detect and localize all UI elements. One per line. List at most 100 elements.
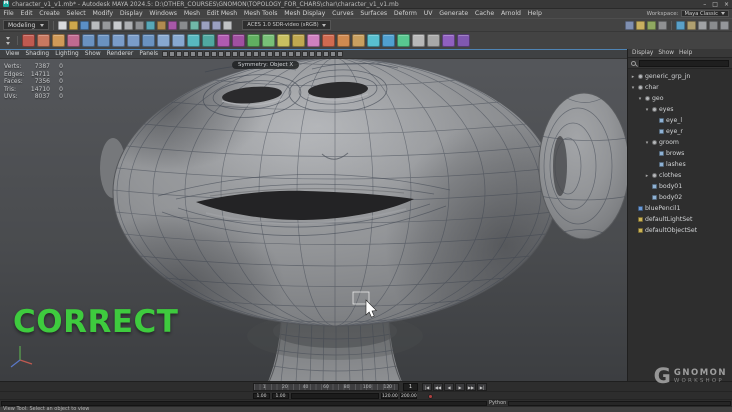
animation-start-field[interactable]: 1.00 — [253, 393, 270, 399]
poly-cylinder-icon[interactable] — [112, 34, 125, 47]
menu-item[interactable]: Surfaces — [357, 10, 391, 17]
outliner-item[interactable]: ▾ char — [628, 82, 732, 93]
poly-cone-icon[interactable] — [157, 34, 170, 47]
menu-item[interactable]: Modify — [89, 10, 116, 17]
playback-button[interactable]: ◀◀ — [433, 383, 443, 391]
use-all-lights-icon[interactable] — [287, 51, 294, 57]
target-weld-icon[interactable] — [382, 34, 395, 47]
output-connections-icon[interactable] — [212, 20, 222, 30]
command-language-toggle[interactable]: Python — [489, 400, 506, 406]
channel-box-icon[interactable] — [698, 20, 707, 30]
tool-settings-icon[interactable] — [720, 20, 729, 30]
grease-pencil-icon[interactable] — [203, 51, 210, 57]
outliner-item[interactable]: defaultLightSet — [628, 214, 732, 225]
outliner-item[interactable]: brows — [628, 148, 732, 159]
input-connections-icon[interactable] — [201, 20, 211, 30]
poly-plane-icon[interactable] — [127, 34, 140, 47]
motion-blur-icon[interactable] — [308, 51, 315, 57]
shaded-icon[interactable] — [266, 51, 273, 57]
render-settings-icon[interactable] — [658, 20, 667, 30]
new-scene-icon[interactable] — [58, 20, 68, 30]
viewport-menu-item[interactable]: Panels — [137, 51, 161, 57]
mirror-icon[interactable] — [307, 34, 320, 47]
menu-item[interactable]: File — [0, 10, 17, 17]
safe-action-icon[interactable] — [245, 51, 252, 57]
construction-history-icon[interactable] — [223, 20, 233, 30]
sculpt-tool-icon[interactable] — [412, 34, 425, 47]
snap-to-plane-icon[interactable] — [179, 20, 189, 30]
resolution-gate-icon[interactable] — [224, 51, 231, 57]
menu-item[interactable]: Mesh — [180, 10, 203, 17]
playback-button[interactable]: ◀ — [444, 383, 454, 391]
bookmark-icon[interactable] — [182, 51, 189, 57]
viewport-menu-item[interactable]: View — [3, 51, 22, 57]
animation-end-field[interactable]: 200.00 — [400, 393, 417, 399]
depth-of-field-icon[interactable] — [322, 51, 329, 57]
viewport-menu-item[interactable]: Show — [82, 51, 103, 57]
menu-item[interactable]: UV — [420, 10, 436, 17]
platonic-solid-icon[interactable] — [187, 34, 200, 47]
expand-arrow-icon[interactable]: ▸ — [630, 74, 636, 80]
playback-button[interactable]: |◀ — [422, 383, 432, 391]
outliner-item[interactable]: defaultObjectSet — [628, 225, 732, 236]
outliner-item[interactable]: ▾ eyes — [628, 104, 732, 115]
workspace-dropdown[interactable]: Maya Classic — [680, 10, 729, 17]
menu-item[interactable]: Edit — [17, 10, 36, 17]
image-plane-icon[interactable] — [189, 51, 196, 57]
viewport-panel[interactable]: View Shading Lighting Show Renderer Panels Ve… — [0, 49, 627, 381]
nurbs-circle-icon[interactable] — [22, 34, 35, 47]
save-scene-icon[interactable] — [80, 20, 90, 30]
uv-editor-icon[interactable] — [442, 34, 455, 47]
outliner-item[interactable]: body02 — [628, 192, 732, 203]
expand-arrow-icon[interactable]: ▾ — [630, 85, 636, 91]
safe-title-icon[interactable] — [252, 51, 259, 57]
menu-item[interactable]: Deform — [391, 10, 421, 17]
two-d-pan-zoom-icon[interactable] — [196, 51, 203, 57]
snap-to-grid-icon[interactable] — [146, 20, 156, 30]
screen-space-ao-icon[interactable] — [301, 51, 308, 57]
extrude-icon[interactable] — [322, 34, 335, 47]
outliner-item[interactable]: ▾ geo — [628, 93, 732, 104]
poly-cube-icon[interactable] — [97, 34, 110, 47]
outliner-item[interactable]: eye_r — [628, 126, 732, 137]
undo-icon[interactable] — [91, 20, 101, 30]
selection-mask-component-icon[interactable] — [135, 20, 145, 30]
wireframe-icon[interactable] — [259, 51, 266, 57]
outliner-item[interactable]: lashes — [628, 159, 732, 170]
menu-set-dropdown[interactable]: Modeling — [3, 20, 50, 30]
x-ray-icon[interactable] — [336, 51, 343, 57]
open-scene-icon[interactable] — [69, 20, 79, 30]
menu-item[interactable]: Generate — [436, 10, 472, 17]
relax-tool-icon[interactable] — [427, 34, 440, 47]
isolate-select-icon[interactable] — [329, 51, 336, 57]
render-view-icon[interactable] — [625, 20, 634, 30]
command-input[interactable] — [1, 400, 487, 406]
time-slider[interactable]: 1 20 40 60 80 100 120 1 |◀ ◀◀ ◀ ▶ ▶▶ ▶| — [0, 381, 732, 391]
menu-item[interactable]: Display — [116, 10, 146, 17]
expand-arrow-icon[interactable]: ▾ — [637, 96, 643, 102]
ipr-render-icon[interactable] — [647, 20, 656, 30]
bevel-icon[interactable] — [337, 34, 350, 47]
close-button[interactable]: × — [724, 1, 729, 8]
outliner-menu-item[interactable]: Display — [632, 50, 653, 56]
field-chart-icon[interactable] — [238, 51, 245, 57]
frame-ruler[interactable]: 1 20 40 60 80 100 120 — [253, 383, 399, 391]
combine-icon[interactable] — [247, 34, 260, 47]
uv-unfold-icon[interactable] — [457, 34, 470, 47]
outliner-item[interactable]: ▸ generic_grp_jn — [628, 71, 732, 82]
quad-draw-icon[interactable] — [397, 34, 410, 47]
camera-attributes-icon[interactable] — [175, 51, 182, 57]
nurbs-square-icon[interactable] — [37, 34, 50, 47]
reduce-icon[interactable] — [292, 34, 305, 47]
selection-mask-hierarchy-icon[interactable] — [113, 20, 123, 30]
outliner-search-input[interactable] — [639, 59, 729, 67]
poly-torus-icon[interactable] — [142, 34, 155, 47]
wireframe-on-shaded-icon[interactable] — [273, 51, 280, 57]
expand-arrow-icon[interactable]: ▾ — [644, 107, 650, 113]
snap-to-curve-icon[interactable] — [157, 20, 167, 30]
menu-item[interactable]: Mesh Tools — [241, 10, 281, 17]
poly-sphere-icon[interactable] — [82, 34, 95, 47]
current-frame-field[interactable]: 1 — [403, 383, 418, 391]
auto-key-toggle-icon[interactable] — [428, 394, 433, 399]
textured-icon[interactable] — [280, 51, 287, 57]
